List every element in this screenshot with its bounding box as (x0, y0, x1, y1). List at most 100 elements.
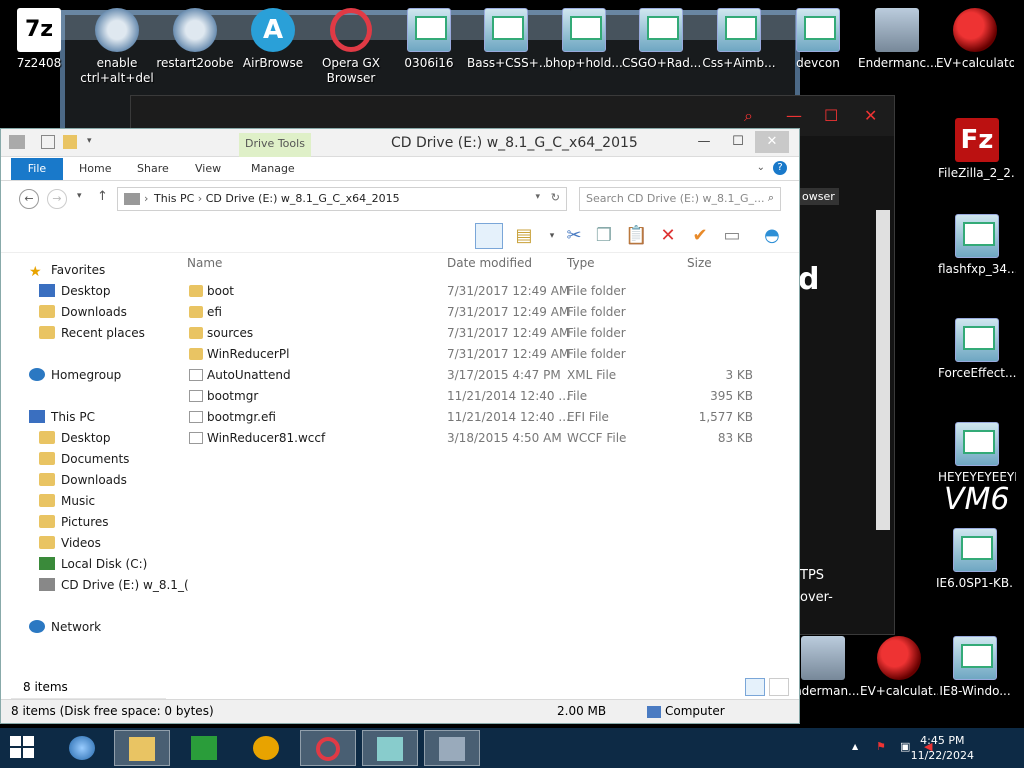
file-row[interactable]: WinReducerPl 7/31/2017 12:49 AM File folde… (187, 344, 767, 365)
file-row[interactable]: boot 7/31/2017 12:49 AM File folder (187, 281, 767, 302)
nav-network[interactable]: Network (29, 620, 101, 634)
back-icon[interactable]: ← (19, 189, 39, 209)
taskbar-app[interactable] (362, 730, 418, 766)
quick-access-dropdown-icon[interactable]: ▾ (87, 136, 92, 146)
taskbar-monitor[interactable] (424, 730, 480, 766)
desktop-icon-top-7[interactable]: bhop+hold... (545, 2, 623, 71)
new-folder-icon[interactable] (63, 135, 77, 149)
nav-pc-music[interactable]: Music (39, 494, 95, 508)
opera-maximize-icon[interactable]: ☐ (824, 106, 838, 125)
delete-icon[interactable]: ✕ (657, 225, 679, 247)
properties-check-icon[interactable]: ▤ (513, 225, 535, 247)
file-row[interactable]: sources 7/31/2017 12:49 AM File folder (187, 323, 767, 344)
nav-pc-videos[interactable]: Videos (39, 536, 101, 550)
desktop-icon-right-2[interactable]: ForceEffect... (938, 312, 1016, 381)
nav-fav-downloads[interactable]: Downloads (39, 305, 127, 319)
up-icon[interactable]: ↑ (97, 189, 108, 204)
opera-search-icon[interactable]: ⌕ (744, 106, 753, 126)
file-row[interactable]: AutoUnattend 3/17/2015 4:47 PM XML File 3 K… (187, 365, 767, 386)
tab-file[interactable]: File (11, 158, 63, 180)
search-input[interactable]: Search CD Drive (E:) w_8.1_G_... ⌕ (579, 187, 781, 211)
file-row[interactable]: WinReducer81.wccf 3/18/2015 4:50 AM WCCF F… (187, 428, 767, 449)
nav-fav-recent[interactable]: Recent places (39, 326, 145, 340)
clock[interactable]: 4:45 PM 11/22/2024 (911, 733, 974, 763)
properties-dropdown-icon[interactable]: ▾ (541, 225, 563, 247)
tab-view[interactable]: View (195, 162, 221, 175)
browser-scrollbar[interactable] (876, 210, 890, 530)
desktop-icon-right-0[interactable]: Fz FileZilla_2_2... (938, 112, 1016, 181)
taskbar-store[interactable] (176, 730, 232, 766)
tab-home[interactable]: Home (79, 162, 111, 175)
copy-icon[interactable]: ❐ (593, 225, 615, 247)
nav-pc-documents[interactable]: Documents (39, 452, 129, 466)
refresh-icon[interactable]: ↻ (551, 191, 560, 204)
file-row[interactable]: efi 7/31/2017 12:49 AM File folder (187, 302, 767, 323)
column-header-type[interactable]: Type (567, 256, 595, 270)
desktop-icon-top-9[interactable]: Css+Aimb... (700, 2, 778, 71)
recent-locations-icon[interactable]: ▾ (77, 191, 82, 201)
preview-pane-icon[interactable] (475, 223, 503, 249)
desktop-icon-top-8[interactable]: CSGO+Rad... (622, 2, 700, 71)
maximize-icon[interactable]: ☐ (721, 131, 755, 153)
help-icon[interactable]: ? (773, 161, 787, 175)
column-header-date[interactable]: Date modified (447, 256, 532, 270)
desktop-icon-right-1[interactable]: flashfxp_34... (938, 208, 1016, 277)
nav-pc-cd-drive[interactable]: CD Drive (E:) w_8.1_( (39, 578, 189, 592)
details-view-icon[interactable] (745, 678, 765, 696)
nav-pc-downloads[interactable]: Downloads (39, 473, 127, 487)
nav-homegroup[interactable]: Homegroup (29, 368, 121, 382)
desktop-icon-top-4[interactable]: Opera GX Browser (312, 2, 390, 86)
breadcrumb-cd-drive[interactable]: CD Drive (E:) w_8.1_G_C_x64_2015 (206, 192, 400, 205)
select-icon[interactable]: ▭ (721, 225, 743, 247)
opera-minimize-icon[interactable]: — (786, 106, 802, 125)
breadcrumb-this-pc[interactable]: This PC (154, 192, 194, 205)
nav-favorites[interactable]: ★ Favorites (29, 263, 105, 280)
address-bar[interactable]: › This PC › CD Drive (E:) w_8.1_G_C_x64_… (117, 187, 567, 211)
tab-share[interactable]: Share (137, 162, 169, 175)
desktop-icon-top-12[interactable]: EV+calculator (936, 2, 1014, 71)
close-icon[interactable]: ✕ (755, 131, 789, 153)
nav-pc-desktop[interactable]: Desktop (39, 431, 111, 445)
explorer-window[interactable]: ▾ Drive Tools CD Drive (E:) w_8.1_G_C_x6… (0, 128, 800, 724)
expand-ribbon-icon[interactable]: ⌄ (757, 162, 765, 173)
address-dropdown-icon[interactable]: ▾ (535, 192, 540, 202)
rename-check-icon[interactable]: ✔ (689, 225, 711, 247)
properties-icon[interactable] (41, 135, 55, 149)
cut-icon[interactable]: ✂ (563, 225, 585, 247)
desktop-icon-top-2[interactable]: restart2oobe (156, 2, 234, 71)
start-button[interactable] (10, 736, 36, 760)
forward-icon[interactable]: → (47, 189, 67, 209)
desktop-icon-top-10[interactable]: devcon (779, 2, 857, 71)
network-tray-icon[interactable]: ▣ (900, 740, 910, 753)
desktop-icon-top-11[interactable]: Endermanc... (858, 2, 936, 71)
large-icons-view-icon[interactable] (769, 678, 789, 696)
nav-pc-pictures[interactable]: Pictures (39, 515, 109, 529)
desktop-icon-bottom-2[interactable]: IE8-Windo... (936, 630, 1014, 699)
file-row[interactable]: bootmgr.efi 11/21/2014 12:40 ... EFI File 1… (187, 407, 767, 428)
desktop-icon-top-5[interactable]: 0306i16 (390, 2, 468, 71)
minimize-icon[interactable]: — (687, 131, 721, 153)
taskbar-opera[interactable] (300, 730, 356, 766)
desktop-icon-right-4[interactable]: IE6.0SP1-KB... (936, 522, 1014, 591)
nav-fav-desktop[interactable]: Desktop (39, 284, 111, 298)
nav-this-pc[interactable]: This PC (29, 410, 95, 424)
file-row[interactable]: bootmgr 11/21/2014 12:40 ... File 395 KB (187, 386, 767, 407)
desktop-icon-top-3[interactable]: A AirBrowse (234, 2, 312, 71)
browser-tab-fragment[interactable]: owser (798, 188, 839, 205)
column-header-name[interactable]: Name (187, 256, 222, 270)
taskbar-ie[interactable] (54, 730, 110, 766)
explorer-titlebar[interactable]: ▾ Drive Tools CD Drive (E:) w_8.1_G_C_x6… (1, 129, 799, 159)
desktop-icon-right-3[interactable]: HEYEYEYEEYE (938, 416, 1016, 485)
taskbar-tool[interactable] (238, 730, 294, 766)
flag-icon[interactable]: ⚑ (876, 740, 886, 753)
opera-close-icon[interactable]: ✕ (864, 106, 877, 125)
paste-icon[interactable]: 📋 (625, 225, 647, 247)
tab-manage[interactable]: Manage (251, 162, 295, 175)
desktop-icon-top-6[interactable]: Bass+CSS+... (467, 2, 545, 71)
shell-icon[interactable]: ◓ (761, 225, 783, 247)
desktop-icon-bottom-1[interactable]: EV+calculat... (860, 630, 938, 699)
desktop-icon-top-1[interactable]: enable ctrl+alt+del (78, 2, 156, 86)
nav-pc-local-disk[interactable]: Local Disk (C:) (39, 557, 147, 571)
column-header-size[interactable]: Size (687, 256, 712, 270)
desktop-icon-top-0[interactable]: 7z 7z2408 (0, 2, 78, 71)
